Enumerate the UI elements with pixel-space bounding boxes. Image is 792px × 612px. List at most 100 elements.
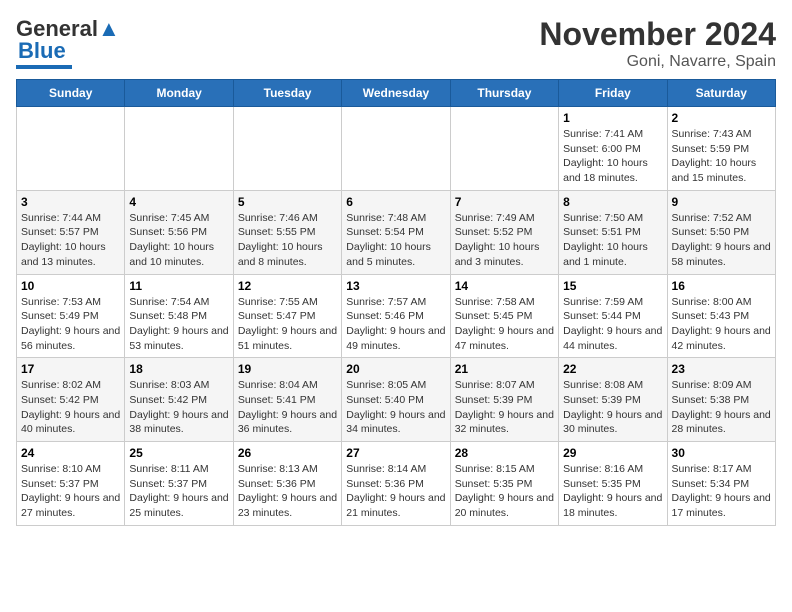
calendar-cell [342,107,450,191]
day-info: Sunrise: 8:16 AM Sunset: 5:35 PM Dayligh… [563,462,662,521]
calendar-cell: 11 Sunrise: 7:54 AM Sunset: 5:48 PM Dayli… [125,274,233,358]
day-info: Sunrise: 8:10 AM Sunset: 5:37 PM Dayligh… [21,462,120,521]
day-number: 12 [238,279,337,293]
day-number: 8 [563,195,662,209]
calendar-cell: 23 Sunrise: 8:09 AM Sunset: 5:38 PM Dayli… [667,358,775,442]
day-number: 27 [346,446,445,460]
day-number: 13 [346,279,445,293]
logo-blue-text: Blue [18,38,66,64]
calendar-cell: 10 Sunrise: 7:53 AM Sunset: 5:49 PM Dayli… [17,274,125,358]
day-info: Sunrise: 8:11 AM Sunset: 5:37 PM Dayligh… [129,462,228,521]
day-info: Sunrise: 7:59 AM Sunset: 5:44 PM Dayligh… [563,295,662,354]
day-number: 5 [238,195,337,209]
calendar-cell [17,107,125,191]
page-header: General▲ Blue November 2024 Goni, Navarr… [16,16,776,71]
calendar-cell: 9 Sunrise: 7:52 AM Sunset: 5:50 PM Daylig… [667,190,775,274]
day-number: 21 [455,362,554,376]
calendar-cell: 26 Sunrise: 8:13 AM Sunset: 5:36 PM Dayli… [233,442,341,526]
calendar-cell: 21 Sunrise: 8:07 AM Sunset: 5:39 PM Dayli… [450,358,558,442]
day-number: 22 [563,362,662,376]
day-number: 10 [21,279,120,293]
calendar-cell: 12 Sunrise: 7:55 AM Sunset: 5:47 PM Dayli… [233,274,341,358]
day-info: Sunrise: 8:15 AM Sunset: 5:35 PM Dayligh… [455,462,554,521]
calendar-cell: 15 Sunrise: 7:59 AM Sunset: 5:44 PM Dayli… [559,274,667,358]
day-info: Sunrise: 7:58 AM Sunset: 5:45 PM Dayligh… [455,295,554,354]
day-number: 23 [672,362,771,376]
day-info: Sunrise: 8:09 AM Sunset: 5:38 PM Dayligh… [672,378,771,437]
weekday-header: Monday [125,80,233,107]
day-info: Sunrise: 8:05 AM Sunset: 5:40 PM Dayligh… [346,378,445,437]
day-number: 17 [21,362,120,376]
day-info: Sunrise: 7:43 AM Sunset: 5:59 PM Dayligh… [672,127,771,186]
day-info: Sunrise: 7:50 AM Sunset: 5:51 PM Dayligh… [563,211,662,270]
calendar-cell: 6 Sunrise: 7:48 AM Sunset: 5:54 PM Daylig… [342,190,450,274]
calendar-cell: 14 Sunrise: 7:58 AM Sunset: 5:45 PM Dayli… [450,274,558,358]
calendar-header: SundayMondayTuesdayWednesdayThursdayFrid… [17,80,776,107]
calendar-cell: 8 Sunrise: 7:50 AM Sunset: 5:51 PM Daylig… [559,190,667,274]
day-info: Sunrise: 7:57 AM Sunset: 5:46 PM Dayligh… [346,295,445,354]
day-info: Sunrise: 7:55 AM Sunset: 5:47 PM Dayligh… [238,295,337,354]
day-number: 14 [455,279,554,293]
calendar-week-row: 10 Sunrise: 7:53 AM Sunset: 5:49 PM Dayli… [17,274,776,358]
calendar-cell: 27 Sunrise: 8:14 AM Sunset: 5:36 PM Dayli… [342,442,450,526]
calendar-week-row: 24 Sunrise: 8:10 AM Sunset: 5:37 PM Dayli… [17,442,776,526]
calendar-cell: 30Sunrise: 8:17 AM Sunset: 5:34 PM Dayli… [667,442,775,526]
calendar-cell: 22 Sunrise: 8:08 AM Sunset: 5:39 PM Dayli… [559,358,667,442]
calendar-cell: 2 Sunrise: 7:43 AM Sunset: 5:59 PM Daylig… [667,107,775,191]
day-number: 2 [672,111,771,125]
calendar-cell: 24 Sunrise: 8:10 AM Sunset: 5:37 PM Dayli… [17,442,125,526]
day-info: Sunrise: 7:44 AM Sunset: 5:57 PM Dayligh… [21,211,120,270]
day-number: 9 [672,195,771,209]
day-info: Sunrise: 8:03 AM Sunset: 5:42 PM Dayligh… [129,378,228,437]
page-title: November 2024 [539,16,776,53]
day-info: Sunrise: 7:41 AM Sunset: 6:00 PM Dayligh… [563,127,662,186]
calendar-cell: 5 Sunrise: 7:46 AM Sunset: 5:55 PM Daylig… [233,190,341,274]
calendar-cell: 4 Sunrise: 7:45 AM Sunset: 5:56 PM Daylig… [125,190,233,274]
day-number: 20 [346,362,445,376]
title-area: November 2024 Goni, Navarre, Spain [539,16,776,71]
day-info: Sunrise: 7:52 AM Sunset: 5:50 PM Dayligh… [672,211,771,270]
logo-underline [16,65,72,69]
weekday-header: Sunday [17,80,125,107]
calendar-week-row: 1 Sunrise: 7:41 AM Sunset: 6:00 PM Daylig… [17,107,776,191]
day-info: Sunrise: 8:04 AM Sunset: 5:41 PM Dayligh… [238,378,337,437]
calendar-table: SundayMondayTuesdayWednesdayThursdayFrid… [16,79,776,526]
day-number: 7 [455,195,554,209]
day-number: 6 [346,195,445,209]
day-number: 24 [21,446,120,460]
weekday-header: Saturday [667,80,775,107]
day-info: Sunrise: 7:48 AM Sunset: 5:54 PM Dayligh… [346,211,445,270]
calendar-cell [233,107,341,191]
calendar-cell: 1 Sunrise: 7:41 AM Sunset: 6:00 PM Daylig… [559,107,667,191]
day-info: Sunrise: 7:45 AM Sunset: 5:56 PM Dayligh… [129,211,228,270]
day-number: 15 [563,279,662,293]
calendar-cell: 28 Sunrise: 8:15 AM Sunset: 5:35 PM Dayli… [450,442,558,526]
day-number: 4 [129,195,228,209]
calendar-cell: 29 Sunrise: 8:16 AM Sunset: 5:35 PM Dayli… [559,442,667,526]
calendar-cell [125,107,233,191]
calendar-cell: 18Sunrise: 8:03 AM Sunset: 5:42 PM Dayli… [125,358,233,442]
day-number: 11 [129,279,228,293]
day-info: Sunrise: 8:14 AM Sunset: 5:36 PM Dayligh… [346,462,445,521]
day-number: 28 [455,446,554,460]
calendar-week-row: 17 Sunrise: 8:02 AM Sunset: 5:42 PM Dayli… [17,358,776,442]
day-info: Sunrise: 8:13 AM Sunset: 5:36 PM Dayligh… [238,462,337,521]
weekday-header: Wednesday [342,80,450,107]
day-info: Sunrise: 8:07 AM Sunset: 5:39 PM Dayligh… [455,378,554,437]
day-number: 29 [563,446,662,460]
day-info: Sunrise: 7:46 AM Sunset: 5:55 PM Dayligh… [238,211,337,270]
day-number: 1 [563,111,662,125]
weekday-header: Tuesday [233,80,341,107]
day-info: Sunrise: 8:02 AM Sunset: 5:42 PM Dayligh… [21,378,120,437]
day-number: 3 [21,195,120,209]
calendar-week-row: 3 Sunrise: 7:44 AM Sunset: 5:57 PM Daylig… [17,190,776,274]
day-info: Sunrise: 7:54 AM Sunset: 5:48 PM Dayligh… [129,295,228,354]
calendar-body: 1 Sunrise: 7:41 AM Sunset: 6:00 PM Daylig… [17,107,776,526]
day-number: 19 [238,362,337,376]
day-info: Sunrise: 7:53 AM Sunset: 5:49 PM Dayligh… [21,295,120,354]
day-number: 26 [238,446,337,460]
calendar-cell: 17 Sunrise: 8:02 AM Sunset: 5:42 PM Dayli… [17,358,125,442]
weekday-header: Thursday [450,80,558,107]
day-info: Sunrise: 8:08 AM Sunset: 5:39 PM Dayligh… [563,378,662,437]
day-number: 16 [672,279,771,293]
